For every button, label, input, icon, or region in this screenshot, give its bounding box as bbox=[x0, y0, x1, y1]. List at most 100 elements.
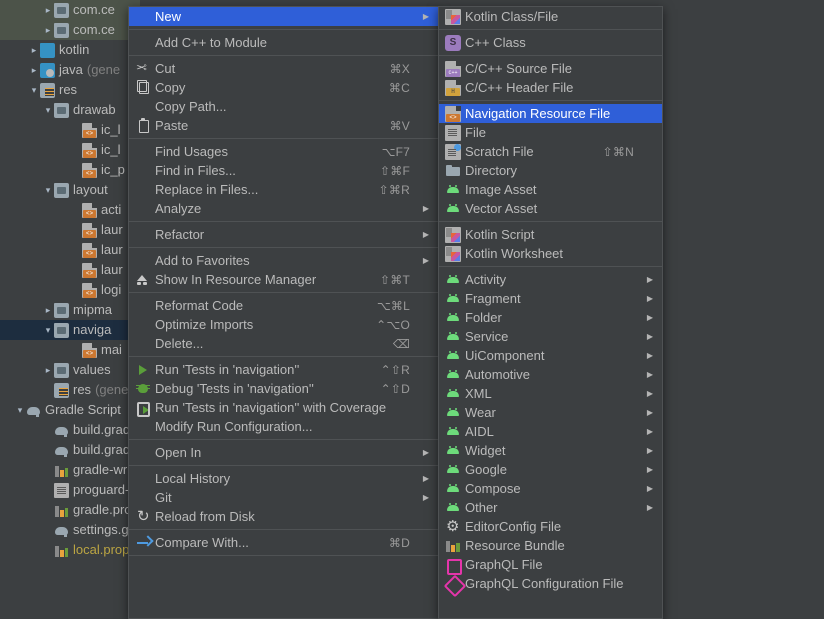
menu-item[interactable]: Directory▶ bbox=[439, 161, 662, 180]
project-tree-panel[interactable]: ▸ com.ce ▸ com.ce ▸ kotlin ▸ java (gene ▾ res ▾ draw… bbox=[0, 0, 140, 619]
chevron-down-icon[interactable]: ▾ bbox=[42, 180, 54, 200]
tree-row[interactable]: ▸laur bbox=[0, 260, 140, 280]
menu-item[interactable]: Add to Favorites ▶ bbox=[129, 251, 438, 270]
menu-item[interactable]: New ▶ bbox=[129, 7, 438, 26]
tree-row[interactable]: ▸build.grad bbox=[0, 420, 140, 440]
menu-item[interactable]: Run 'Tests in 'navigation'' with Coverag… bbox=[129, 398, 438, 417]
tree-row[interactable]: ▸ic_l bbox=[0, 120, 140, 140]
menu-item[interactable]: Kotlin Worksheet▶ bbox=[439, 244, 662, 263]
android-icon bbox=[445, 329, 461, 345]
menu-item[interactable]: GraphQL File▶ bbox=[439, 555, 662, 575]
menu-item[interactable]: Kotlin Class/File▶ bbox=[439, 7, 662, 26]
tree-row[interactable]: ▾ layout bbox=[0, 180, 140, 200]
menu-item[interactable]: C/C++ Header File▶ bbox=[439, 78, 662, 97]
tree-row[interactable]: ▸acti bbox=[0, 200, 140, 220]
chevron-right-icon[interactable]: ▸ bbox=[28, 40, 40, 60]
menu-item[interactable]: Find Usages⌥F7▶ bbox=[129, 142, 438, 161]
tree-row[interactable]: ▾ naviga bbox=[0, 320, 140, 340]
chevron-right-icon[interactable]: ▸ bbox=[42, 300, 54, 320]
tree-row[interactable]: ▸ values bbox=[0, 360, 140, 380]
chevron-down-icon[interactable]: ▾ bbox=[14, 400, 26, 420]
menu-item[interactable]: Local History ▶ bbox=[129, 469, 438, 488]
tree-row[interactable]: ▸laur bbox=[0, 240, 140, 260]
menu-item[interactable]: Modify Run Configuration...▶ bbox=[129, 417, 438, 436]
menu-item[interactable]: Resource Bundle▶ bbox=[439, 536, 662, 555]
menu-item[interactable]: Google ▶ bbox=[439, 460, 662, 479]
menu-item[interactable]: C/C++ Source File▶ bbox=[439, 59, 662, 78]
menu-item[interactable]: Vector Asset▶ bbox=[439, 199, 662, 218]
tree-row[interactable]: ▸local.prop bbox=[0, 540, 140, 560]
menu-item[interactable]: Other ▶ bbox=[439, 498, 662, 517]
tree-row[interactable]: ▾ Gradle Script bbox=[0, 400, 140, 420]
menu-item[interactable]: Cut⌘X▶ bbox=[129, 59, 438, 78]
menu-item[interactable]: Kotlin Script▶ bbox=[439, 225, 662, 244]
menu-item[interactable]: C++ Class▶ bbox=[439, 33, 662, 52]
tree-row[interactable]: ▸ic_l bbox=[0, 140, 140, 160]
menu-item[interactable]: UiComponent ▶ bbox=[439, 346, 662, 365]
menu-item[interactable]: Scratch File⇧⌘N▶ bbox=[439, 142, 662, 161]
tree-row[interactable]: ▸ mipma bbox=[0, 300, 140, 320]
menu-item[interactable]: Git ▶ bbox=[129, 488, 438, 507]
menu-item[interactable]: EditorConfig File▶ bbox=[439, 517, 662, 536]
menu-item[interactable]: XML ▶ bbox=[439, 384, 662, 403]
menu-item[interactable]: Folder ▶ bbox=[439, 308, 662, 327]
tree-row[interactable]: ▸gradle.pro bbox=[0, 500, 140, 520]
chevron-down-icon[interactable]: ▾ bbox=[28, 80, 40, 100]
tree-row[interactable]: ▸ java (gene bbox=[0, 60, 140, 80]
tree-row[interactable]: ▸gradle-wr bbox=[0, 460, 140, 480]
tree-row[interactable]: ▸ic_p bbox=[0, 160, 140, 180]
chevron-down-icon[interactable]: ▾ bbox=[42, 100, 54, 120]
menu-item[interactable]: Reformat Code⌥⌘L▶ bbox=[129, 296, 438, 315]
file-context-menu[interactable]: New▶ Add C++ to Module▶ Cut⌘X▶Copy⌘C▶Copy … bbox=[128, 6, 439, 619]
menu-item[interactable]: Navigation Resource File▶ bbox=[439, 104, 662, 123]
menu-item[interactable]: Reload from Disk▶ bbox=[129, 507, 438, 526]
menu-item[interactable]: Open In ▶ bbox=[129, 443, 438, 462]
menu-item[interactable]: Delete...⌫▶ bbox=[129, 334, 438, 353]
menu-item[interactable]: Show In Resource Manager⇧⌘T▶ bbox=[129, 270, 438, 289]
menu-item-label: New bbox=[155, 9, 182, 24]
tree-row[interactable]: ▸settings.g bbox=[0, 520, 140, 540]
tree-row[interactable]: ▸ com.ce bbox=[0, 20, 140, 40]
menu-item[interactable]: Replace in Files...⇧⌘R▶ bbox=[129, 180, 438, 199]
chevron-right-icon[interactable]: ▸ bbox=[42, 360, 54, 380]
chevron-right-icon[interactable]: ▸ bbox=[28, 60, 40, 80]
tree-row[interactable]: ▸proguard- bbox=[0, 480, 140, 500]
chevron-right-icon[interactable]: ▸ bbox=[42, 0, 54, 20]
chevron-down-icon[interactable]: ▾ bbox=[42, 320, 54, 340]
menu-item[interactable]: Add C++ to Module▶ bbox=[129, 33, 438, 52]
menu-item[interactable]: Widget ▶ bbox=[439, 441, 662, 460]
menu-item[interactable]: Activity ▶ bbox=[439, 270, 662, 289]
tree-row[interactable]: ▸res(gene bbox=[0, 380, 140, 400]
menu-item[interactable]: Find in Files...⇧⌘F▶ bbox=[129, 161, 438, 180]
menu-item[interactable]: Fragment ▶ bbox=[439, 289, 662, 308]
menu-item[interactable]: Compare With...⌘D▶ bbox=[129, 533, 438, 552]
menu-item[interactable]: File▶ bbox=[439, 123, 662, 142]
menu-item[interactable]: Copy Path...▶ bbox=[129, 97, 438, 116]
menu-item[interactable]: GraphQL Configuration File▶ bbox=[439, 574, 662, 593]
android-icon bbox=[445, 462, 461, 478]
tree-row[interactable]: ▾ res bbox=[0, 80, 140, 100]
menu-item[interactable]: Copy⌘C▶ bbox=[129, 78, 438, 97]
tree-row[interactable]: ▸logi bbox=[0, 280, 140, 300]
tree-row[interactable]: ▸ kotlin bbox=[0, 40, 140, 60]
menu-item[interactable]: Run 'Tests in 'navigation''⌃⇧R▶ bbox=[129, 360, 438, 379]
menu-item[interactable]: Compose ▶ bbox=[439, 479, 662, 498]
menu-item[interactable]: Wear ▶ bbox=[439, 403, 662, 422]
tree-row[interactable]: ▸ com.ce bbox=[0, 0, 140, 20]
menu-item[interactable]: Image Asset▶ bbox=[439, 180, 662, 199]
menu-item[interactable]: Analyze ▶ bbox=[129, 199, 438, 218]
tree-row[interactable]: ▸laur bbox=[0, 220, 140, 240]
menu-item[interactable]: Debug 'Tests in 'navigation''⌃⇧D▶ bbox=[129, 379, 438, 398]
menu-item[interactable]: Service ▶ bbox=[439, 327, 662, 346]
menu-item[interactable]: Automotive ▶ bbox=[439, 365, 662, 384]
tree-row[interactable]: ▸mai bbox=[0, 340, 140, 360]
tree-row[interactable]: ▾ drawab bbox=[0, 100, 140, 120]
chevron-right-icon[interactable]: ▸ bbox=[42, 20, 54, 40]
menu-item[interactable]: Optimize Imports⌃⌥O▶ bbox=[129, 315, 438, 334]
menu-item[interactable]: AIDL ▶ bbox=[439, 422, 662, 441]
menu-item[interactable]: Paste⌘V▶ bbox=[129, 116, 438, 135]
menu-item[interactable]: Refactor ▶ bbox=[129, 225, 438, 244]
tree-row[interactable]: ▸build.grad bbox=[0, 440, 140, 460]
debug-icon bbox=[135, 381, 151, 397]
new-submenu[interactable]: Kotlin Class/File▶ C++ Class▶ C/C++ Source… bbox=[438, 6, 663, 619]
